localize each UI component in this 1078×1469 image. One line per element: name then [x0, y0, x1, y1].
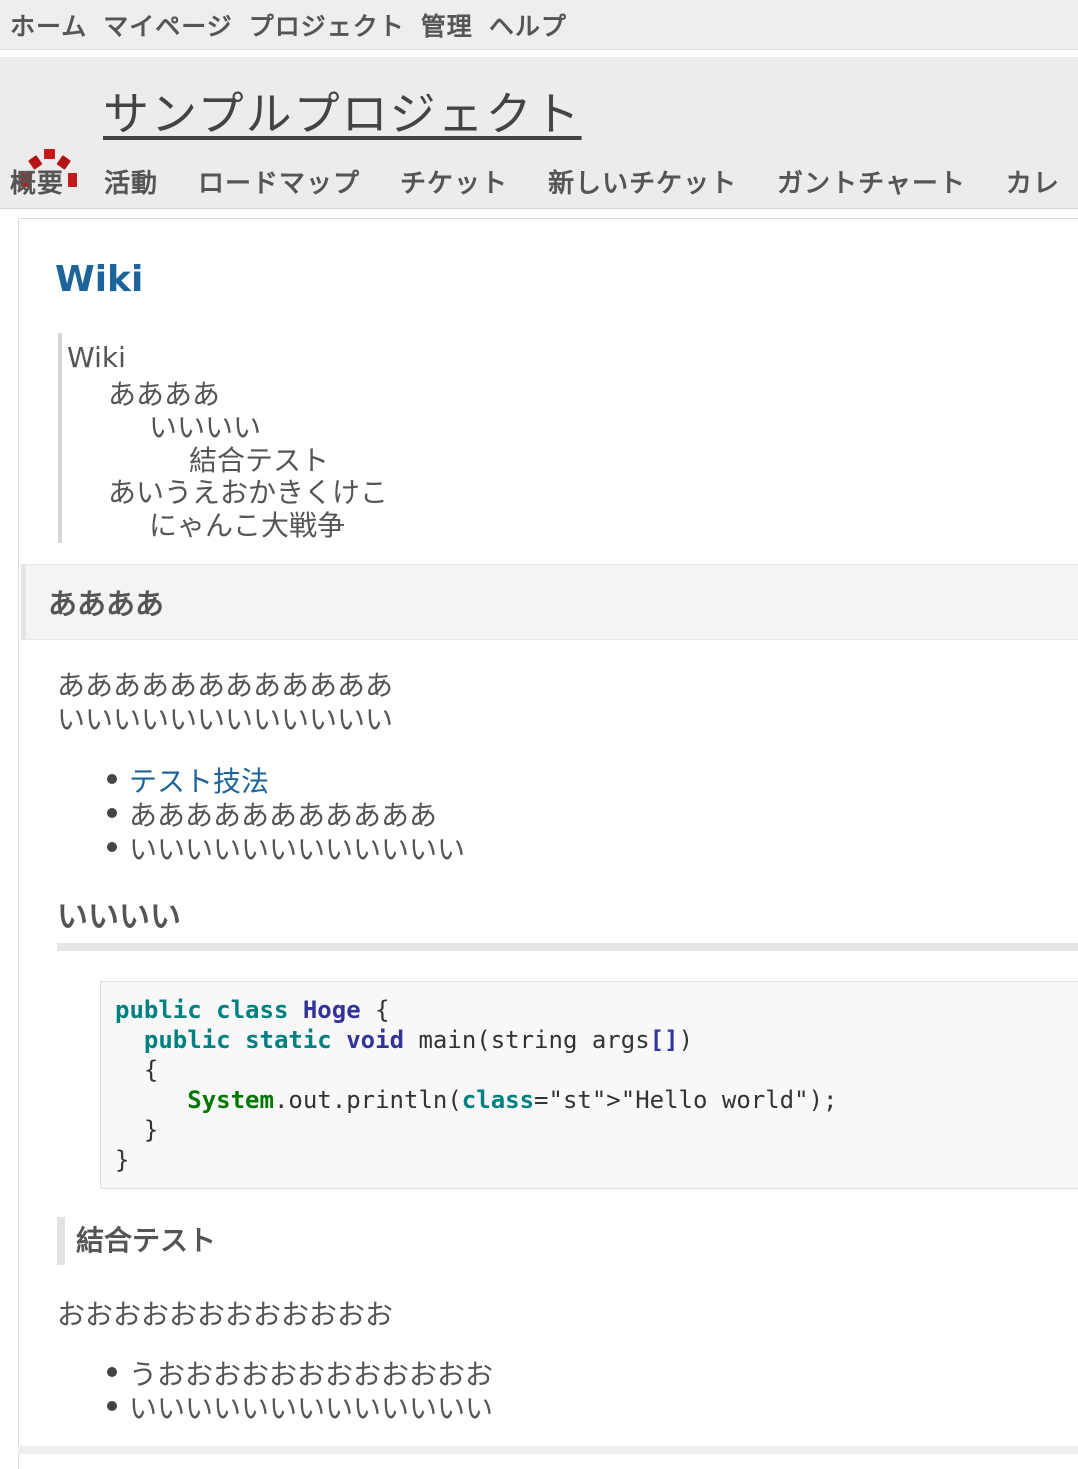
- heading-bar: [57, 1217, 65, 1265]
- bullet: [107, 1367, 117, 1377]
- top-menu-help[interactable]: ヘルプ: [489, 7, 567, 43]
- section-heading-text: ああああ: [48, 587, 165, 621]
- tab-gantt[interactable]: ガントチャート: [777, 163, 966, 200]
- tab-issues[interactable]: チケット: [400, 163, 508, 200]
- toc-item[interactable]: Wiki: [67, 341, 126, 374]
- list-item: いいいいいいいいいいいいい: [129, 1392, 494, 1425]
- project-title[interactable]: サンプルプロジェクト: [103, 78, 582, 144]
- top-menu-home[interactable]: ホーム: [10, 7, 87, 43]
- tab-calendar[interactable]: カレ: [1006, 163, 1060, 200]
- toc-border: [58, 333, 62, 543]
- code-line: public class Hoge {: [115, 996, 390, 1024]
- code-line: }: [115, 1146, 130, 1174]
- code-block: public class Hoge { public static void m…: [100, 981, 1078, 1189]
- footer-rule: [18, 1446, 1078, 1454]
- top-menu-projects[interactable]: プロジェクト: [249, 7, 405, 43]
- top-menu-admin[interactable]: 管理: [421, 7, 473, 43]
- top-menu-my-page[interactable]: マイページ: [103, 7, 233, 43]
- tab-new-issue[interactable]: 新しいチケット: [548, 163, 737, 200]
- section-heading: ああああ: [21, 564, 1078, 640]
- bullet: [107, 808, 117, 818]
- tab-activity[interactable]: 活動: [104, 163, 158, 200]
- bullet: [107, 774, 117, 784]
- code-line: System.out.println(class="st">"Hello wor…: [187, 1086, 838, 1114]
- toc-item[interactable]: にゃんこ大戦争: [149, 504, 345, 544]
- bullet: [107, 1401, 117, 1411]
- content-area: Wiki Wiki ああああ いいいい 結合テスト あいうえおかきくけこ にゃん…: [18, 218, 1078, 1469]
- code-line: public static void main(string args[]): [143, 1026, 694, 1054]
- code-line: }: [115, 1116, 159, 1144]
- top-menu: ホーム マイページ プロジェクト 管理 ヘルプ: [0, 0, 1078, 50]
- subsection-heading: いいいい: [57, 899, 181, 935]
- tab-overview[interactable]: 概要: [10, 163, 64, 200]
- spacer: [0, 50, 1078, 57]
- page-title: Wiki: [55, 259, 144, 300]
- paragraph: いいいいいいいいいいいい: [57, 703, 394, 736]
- main-menu: 概要 活動 ロードマップ チケット 新しいチケット ガントチャート カレ: [10, 163, 1078, 200]
- tab-roadmap[interactable]: ロードマップ: [198, 163, 360, 200]
- bullet: [107, 842, 117, 852]
- paragraph: おおおおおおおおおおおお: [57, 1298, 394, 1331]
- code-line: {: [115, 1056, 159, 1084]
- heading-rule: [57, 943, 1078, 951]
- subsubsection-heading: 結合テスト: [76, 1224, 217, 1257]
- list-item: いいいいいいいいいいいい: [129, 833, 466, 866]
